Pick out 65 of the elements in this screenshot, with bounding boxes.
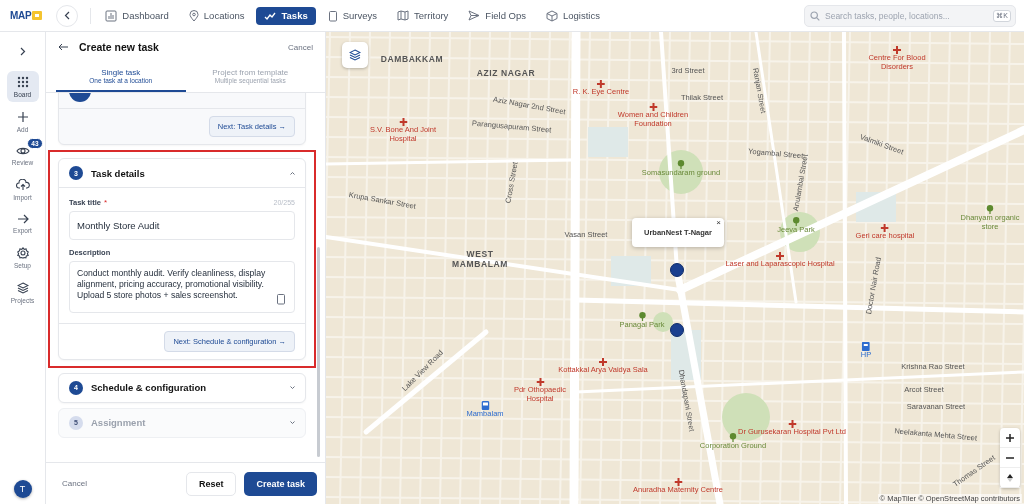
tree-icon xyxy=(986,205,994,214)
logo-text: MAP xyxy=(10,10,32,21)
plus-icon xyxy=(16,111,29,123)
cross-icon xyxy=(893,46,901,54)
cancel-link[interactable]: Cancel xyxy=(288,42,313,52)
map-label: DAMBAKKAM xyxy=(380,55,444,65)
close-button[interactable]: × xyxy=(716,218,721,227)
gear-icon xyxy=(16,247,29,259)
chevron-left-icon xyxy=(64,11,71,20)
logo-mark-icon xyxy=(32,11,43,20)
reset-button[interactable]: Reset xyxy=(185,471,237,496)
chevron-right-icon xyxy=(19,47,26,56)
location-marker[interactable] xyxy=(670,323,684,337)
nav-tab[interactable]: Tasks xyxy=(256,6,316,25)
layers-button[interactable] xyxy=(342,42,368,68)
title-input-field[interactable]: Monthly Store Audit xyxy=(69,211,295,240)
tree-icon xyxy=(729,433,737,442)
grid-icon xyxy=(16,76,29,88)
compass-icon xyxy=(1007,473,1013,482)
panel-title: Create new task xyxy=(79,41,160,53)
location-pin-icon xyxy=(188,9,199,22)
nav-tab[interactable]: Locations xyxy=(180,6,253,25)
eye-icon xyxy=(15,146,30,156)
map-icon xyxy=(397,10,410,21)
nav-tab[interactable]: Territory xyxy=(389,6,457,25)
description-text: Conduct monthly audit. Verify cleanliness, display alignment, pricing accuracy, promotional visibility. Upload 5 store photos + sales screenshot. xyxy=(77,268,266,301)
nav-tab[interactable]: Logistics xyxy=(538,6,608,25)
step-title: Assignment xyxy=(91,417,147,428)
map-label: AZIZ NAGAR xyxy=(476,69,536,79)
arrow-left-icon xyxy=(58,43,69,51)
tree-icon xyxy=(638,312,646,321)
cross-icon xyxy=(399,118,407,126)
cube-icon xyxy=(546,9,558,22)
nav-tab[interactable]: Surveys xyxy=(319,6,386,25)
chart-icon xyxy=(105,9,118,22)
layers-icon xyxy=(349,49,361,61)
cross-icon xyxy=(674,478,682,486)
cross-icon xyxy=(649,103,657,111)
location-marker[interactable] xyxy=(670,263,684,277)
step-title: Schedule & configuration xyxy=(91,382,208,393)
fuel-pump-icon xyxy=(862,342,870,351)
nav-tab[interactable]: Dashboard xyxy=(97,6,177,25)
minus-icon xyxy=(1006,456,1014,459)
send-icon xyxy=(468,10,481,21)
required-mark: * xyxy=(103,198,108,207)
tree-icon xyxy=(677,160,685,169)
user-avatar[interactable]: T xyxy=(13,480,32,498)
arrow-right-icon xyxy=(16,214,29,224)
step-title: Task details xyxy=(91,167,146,179)
layers-icon xyxy=(16,282,29,294)
cancel-button[interactable]: Cancel xyxy=(62,479,87,488)
map-label: WEST MAMBALAM xyxy=(451,250,509,270)
cross-icon xyxy=(599,358,607,366)
description-field[interactable]: Conduct monthly audit. Verify cleanliness, display alignment, pricing accuracy, promotional visibility. Upload 5 store photos + sales screenshot. xyxy=(69,261,295,313)
nav-tab[interactable]: Field Ops xyxy=(460,6,534,25)
cross-icon xyxy=(881,224,889,232)
plus-icon xyxy=(1006,433,1014,442)
cross-icon xyxy=(776,252,784,260)
cross-icon xyxy=(597,80,605,88)
cross-icon xyxy=(788,420,796,428)
create-task-button[interactable]: Create task xyxy=(244,471,317,496)
cross-icon xyxy=(536,378,544,386)
tree-icon xyxy=(792,217,800,226)
train-icon xyxy=(481,401,489,410)
cloud-upload-icon xyxy=(15,179,30,191)
